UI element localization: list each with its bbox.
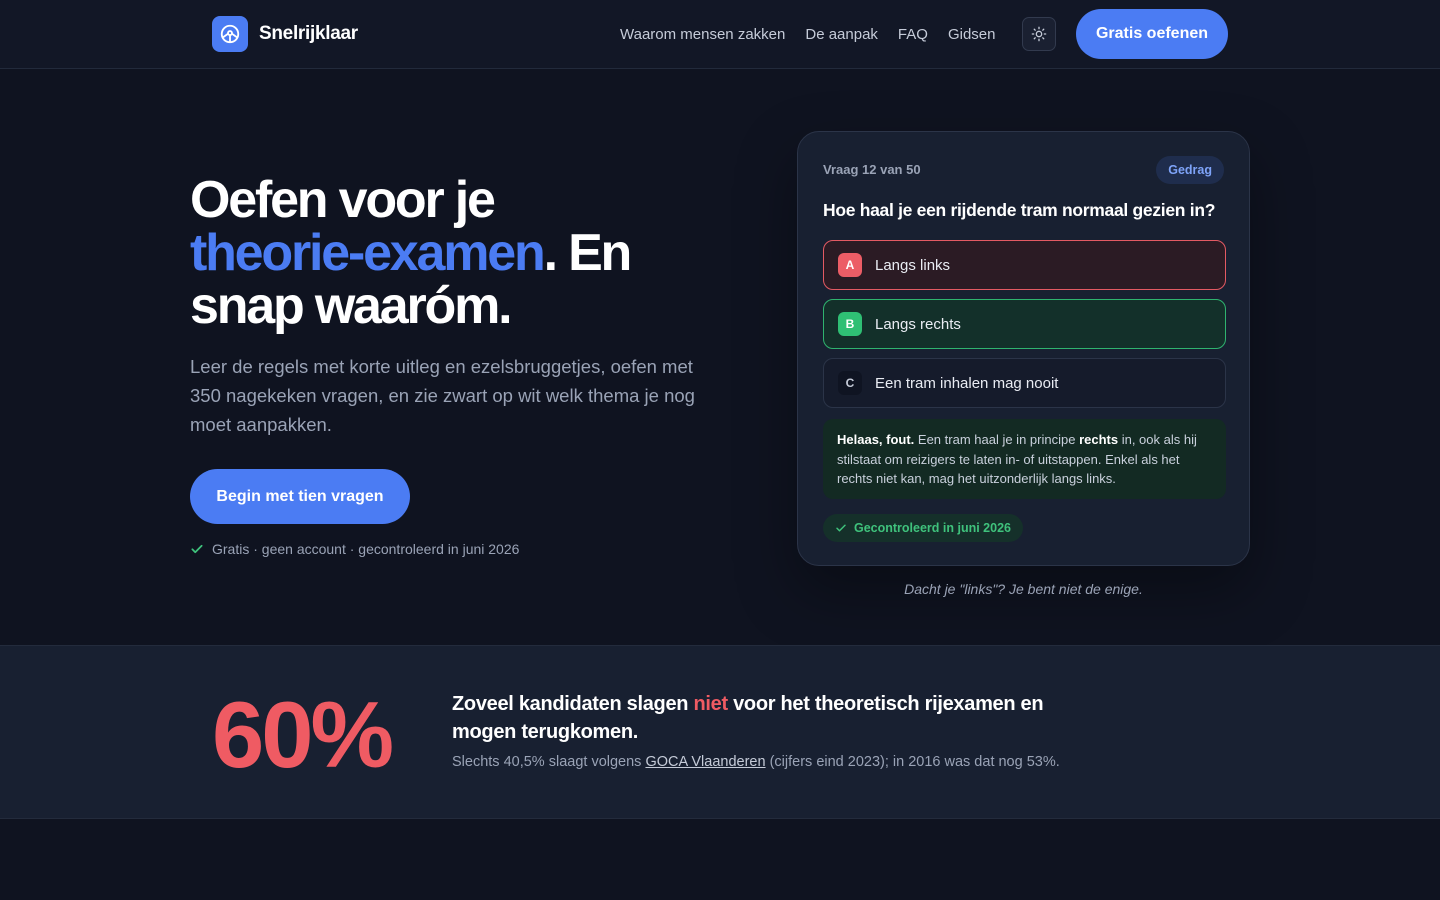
stat-source: Slechts 40,5% slaagt volgens GOCA Vlaand… xyxy=(452,754,1152,770)
brand-name: Snelrijklaar xyxy=(259,23,358,44)
quiz-caption: Dacht je "links"? Je bent niet de enige. xyxy=(904,581,1143,597)
explanation-lead: Helaas, fout. xyxy=(837,432,915,447)
stat-headline-1: Zoveel kandidaten slagen xyxy=(452,693,694,715)
answer-option-c[interactable]: C Een tram inhalen mag nooit xyxy=(823,358,1226,408)
top-nav: Snelrijklaar Waarom mensen zakken De aan… xyxy=(0,0,1440,69)
verified-badge: Gecontroleerd in juni 2026 xyxy=(823,514,1023,542)
goca-link[interactable]: GOCA Vlaanderen xyxy=(645,754,765,770)
theme-toggle-button[interactable] xyxy=(1022,17,1056,51)
hero-title-line3: snap waaróm. xyxy=(190,277,513,335)
category-badge: Gedrag xyxy=(1156,156,1224,184)
nav-cta-button[interactable]: Gratis oefenen xyxy=(1076,9,1228,59)
sun-icon xyxy=(1031,26,1047,42)
hero-title-line2: . En xyxy=(543,224,633,282)
question-text: Hoe haal je een rijdende tram normaal ge… xyxy=(823,200,1216,220)
nav-link-aanpak[interactable]: De aanpak xyxy=(805,26,878,43)
hero-title: Oefen voor je theorie-examen. En snap wa… xyxy=(190,174,750,333)
quiz-card: Vraag 12 van 50 Gedrag Hoe haal je een r… xyxy=(797,131,1250,566)
stat-headline: Zoveel kandidaten slagen niet voor het t… xyxy=(452,690,1092,746)
question-counter: Vraag 12 van 50 xyxy=(823,162,921,177)
check-icon xyxy=(191,544,203,554)
stat-headline-highlight: niet xyxy=(693,693,728,715)
hero-subtitle: Leer de regels met korte uitleg en ezels… xyxy=(190,356,695,435)
hero-note-text: Gratis · geen account · gecontroleerd in… xyxy=(212,541,520,557)
steering-wheel-icon xyxy=(212,16,248,52)
nav-link-waarom[interactable]: Waarom mensen zakken xyxy=(620,26,785,43)
verified-text: Gecontroleerd in juni 2026 xyxy=(854,521,1011,535)
explanation-bold: rechts xyxy=(1079,432,1119,447)
answer-text: Langs rechts xyxy=(875,315,961,333)
stat-source-2: (cijfers eind 2023); in 2016 was dat nog… xyxy=(765,754,1060,770)
stat-source-1: Slechts 40,5% slaagt volgens xyxy=(452,754,646,770)
start-quiz-button[interactable]: Begin met tien vragen xyxy=(190,469,410,524)
answer-text: Een tram inhalen mag nooit xyxy=(875,374,1059,392)
hero-title-line1: Oefen voor je xyxy=(190,171,496,229)
explanation-text-1: Een tram haal je in principe xyxy=(914,432,1080,447)
check-icon xyxy=(836,524,846,532)
nav-links: Waarom mensen zakken De aanpak FAQ Gidse… xyxy=(620,0,995,69)
answer-letter: C xyxy=(838,371,862,395)
nav-link-faq[interactable]: FAQ xyxy=(898,26,928,43)
answer-letter: B xyxy=(838,312,862,336)
brand-home-link[interactable]: Snelrijklaar xyxy=(212,16,358,52)
answer-option-b[interactable]: B Langs rechts xyxy=(823,299,1226,349)
nav-link-gidsen[interactable]: Gidsen xyxy=(948,26,996,43)
answer-text: Langs links xyxy=(875,256,951,274)
answer-letter: A xyxy=(838,253,862,277)
hero-title-accent: theorie-examen xyxy=(190,224,546,282)
answer-explanation: Helaas, fout. Een tram haal je in princi… xyxy=(823,419,1226,499)
stat-band: 60% Zoveel kandidaten slagen niet voor h… xyxy=(0,645,1440,819)
hero-note: Gratis · geen account · gecontroleerd in… xyxy=(190,540,519,558)
fail-rate-stat: 60% xyxy=(212,682,394,787)
answer-option-a[interactable]: A Langs links xyxy=(823,240,1226,290)
